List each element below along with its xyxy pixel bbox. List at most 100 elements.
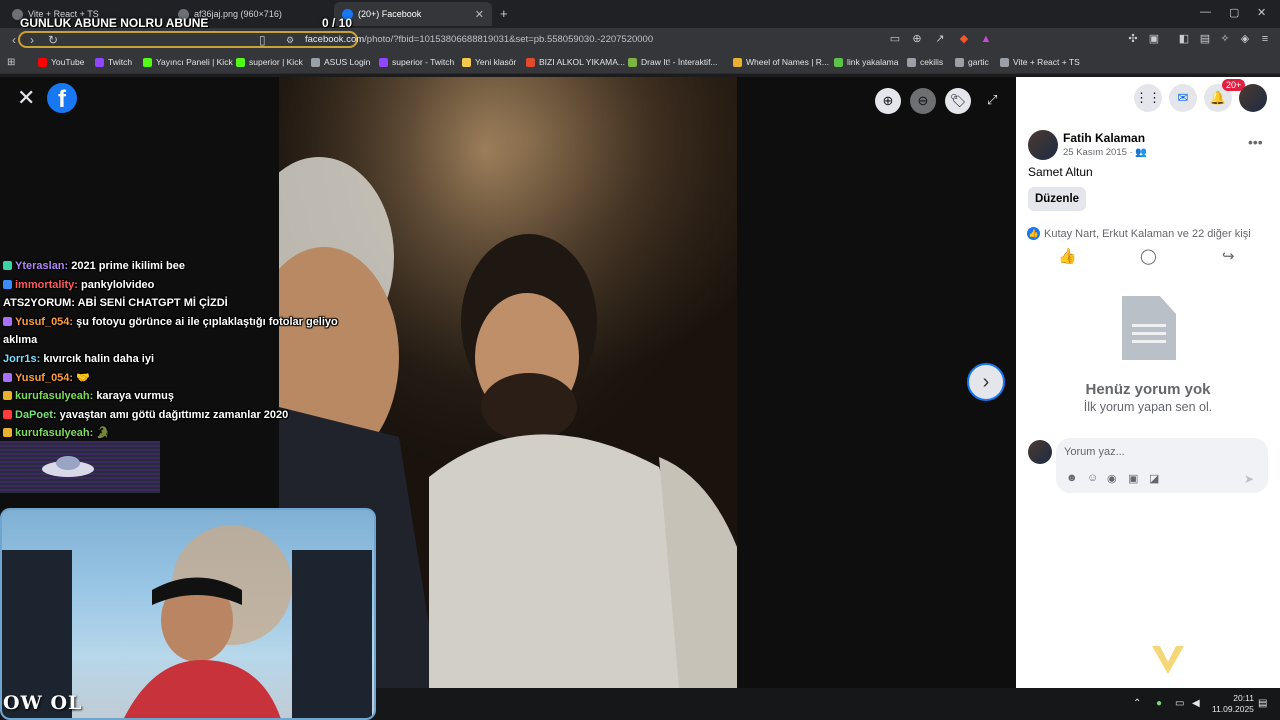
avatar-sticker-icon[interactable]: ☻ (1066, 472, 1078, 484)
chat-username: Yusuf_054: (15, 371, 74, 384)
minimize-button[interactable]: — (1200, 6, 1211, 18)
bookmark-item[interactable]: BIZI ALKOL YIKAMA... (526, 57, 625, 67)
bookmark-favicon-icon (38, 57, 47, 67)
no-comments-title: Henüz yorum yok (1085, 381, 1211, 398)
gif-icon[interactable]: ▣ (1128, 472, 1138, 485)
close-tab-icon[interactable]: ✕ (475, 8, 484, 21)
bookmark-item[interactable]: Draw It! - İnteraktif... (628, 57, 718, 67)
bookmark-item[interactable]: Yeni klasör (462, 57, 516, 67)
bookmark-item[interactable]: gartic (955, 57, 989, 67)
post-date[interactable]: 25 Kasım 2015 · 👥 (1063, 147, 1147, 158)
notification-center-icon[interactable]: ▤ (1258, 698, 1267, 709)
bookmark-item[interactable]: YouTube (38, 57, 84, 67)
facebook-logo[interactable]: f (47, 83, 77, 113)
maximize-button[interactable]: ▢ (1229, 6, 1239, 19)
chat-text: pankylolvideo (81, 278, 155, 291)
edit-button[interactable]: Düzenle (1028, 187, 1086, 211)
extensions-icon[interactable]: ✣ (1127, 33, 1139, 45)
network-icon[interactable]: ▭ (1175, 698, 1184, 709)
bookmark-item[interactable]: link yakalama (834, 57, 899, 67)
share-icon[interactable]: ↗ (934, 33, 946, 45)
vpn-icon[interactable]: ◈ (1239, 33, 1251, 45)
more-options-icon[interactable]: ••• (1248, 134, 1263, 150)
brave-shield-icon[interactable]: ◆ (958, 33, 970, 45)
bookmark-item[interactable]: Yayıncı Paneli | Kick (143, 57, 233, 67)
comment-icon[interactable]: ◯ (1140, 247, 1157, 265)
zoom-out-icon[interactable]: ⊖ (910, 88, 936, 114)
bookmark-item[interactable]: superior - Twitch (379, 57, 454, 67)
bookmark-favicon-icon (143, 57, 152, 67)
bookmark-item[interactable]: Vite + React + TS (1000, 57, 1080, 67)
post-author[interactable]: Fatih Kalaman (1063, 131, 1145, 145)
camera-icon[interactable]: ◉ (1107, 472, 1117, 485)
cast-icon[interactable]: ▭ (889, 33, 901, 45)
chat-username: Yusuf_054: (15, 315, 74, 328)
post-text: Samet Altun (1028, 165, 1093, 179)
tray-chevron-icon[interactable]: ⌃ (1133, 698, 1141, 709)
zoom-icon[interactable]: ⊕ (911, 33, 923, 45)
tag-icon[interactable]: 🏷 (945, 88, 971, 114)
chat-text: 🤝 (76, 371, 90, 384)
menu-icon[interactable]: ≡ (1259, 33, 1271, 45)
chat-text: karaya vurmuş (96, 390, 174, 403)
close-viewer-icon[interactable]: ✕ (17, 85, 35, 111)
chat-text: yavaştan amı götü dağıttımız zamanlar 20… (59, 408, 289, 421)
clock[interactable]: 20:11 11.09.2025 (1212, 693, 1254, 715)
author-avatar[interactable] (1028, 130, 1058, 160)
tab-facebook[interactable]: (20+) Facebook ✕ (334, 2, 492, 26)
channel-logo: OW OL (3, 692, 83, 714)
bookmark-item[interactable]: superior | Kick (236, 57, 303, 67)
send-icon[interactable]: ➤ (1244, 472, 1254, 486)
close-window-button[interactable]: ✕ (1257, 6, 1266, 19)
chat-username: immortality: (15, 278, 78, 291)
chat-message: Jorr1s: kıvırcık halin daha iyi (3, 350, 353, 369)
messenger-icon[interactable]: ✉ (1169, 84, 1197, 112)
microphone-icon[interactable]: ● (1156, 698, 1162, 709)
comment-placeholder: Yorum yaz... (1064, 446, 1125, 458)
share-icon[interactable]: ↪ (1222, 247, 1235, 265)
next-photo-button[interactable]: › (967, 363, 1005, 401)
emoji-icon[interactable]: ☺ (1087, 472, 1098, 484)
zoom-in-icon[interactable]: ⊕ (875, 88, 901, 114)
alert-banner (0, 441, 160, 493)
bookmark-label: Vite + React + TS (1013, 57, 1080, 67)
bookmark-item[interactable]: cekilis (907, 57, 943, 67)
bookmark-icon[interactable]: ▯ (259, 33, 266, 47)
site-info-icon[interactable]: ⚙ (286, 35, 294, 46)
chat-badge-icon (3, 261, 12, 270)
reactions-summary[interactable]: 👍 Kutay Nart, Erkut Kalaman ve 22 diğer … (1027, 227, 1251, 240)
apps-grid-icon[interactable]: ⊞ (7, 57, 15, 68)
volume-icon[interactable]: ◀ (1192, 698, 1200, 709)
streamer-logo-icon (1152, 646, 1184, 674)
sub-goal-title: GUNLUK ABUNE NOLRU ABUNE (20, 16, 209, 30)
tab-label: (20+) Facebook (358, 9, 422, 19)
ufo-graphic (42, 456, 94, 477)
bookmark-item[interactable]: ASUS Login (311, 57, 370, 67)
reading-list-icon[interactable]: ▣ (1148, 33, 1160, 45)
fullscreen-icon[interactable]: ⤢ (987, 92, 997, 108)
sticker-icon[interactable]: ◪ (1149, 472, 1159, 485)
new-tab-button[interactable]: + (500, 6, 508, 21)
bookmark-favicon-icon (526, 57, 535, 67)
sub-goal-count: 0 / 10 (322, 16, 353, 30)
profile-avatar[interactable] (1239, 84, 1267, 112)
reactions-text: Kutay Nart, Erkut Kalaman ve 22 diğer ki… (1044, 227, 1251, 240)
clock-time: 20:11 (1233, 693, 1254, 703)
bookmark-favicon-icon (95, 57, 104, 67)
wallet-icon[interactable]: ▤ (1199, 33, 1211, 45)
menu-grid-icon[interactable]: ⋮⋮ (1134, 84, 1162, 112)
bookmark-favicon-icon (311, 57, 320, 67)
leo-ai-icon[interactable]: ✧ (1219, 33, 1231, 45)
back-icon[interactable]: ‹ (12, 33, 16, 47)
like-icon[interactable]: 👍 (1058, 247, 1077, 265)
chat-username: Jorr1s: (3, 352, 41, 365)
webcam-overlay (0, 508, 376, 720)
sidebar-toggle-icon[interactable]: ◧ (1178, 33, 1190, 45)
bookmark-item[interactable]: Wheel of Names | R... (733, 57, 829, 67)
clock-date: 11.09.2025 (1212, 704, 1254, 714)
rewards-icon[interactable]: ▲ (980, 33, 992, 45)
bookmark-favicon-icon (1000, 57, 1009, 67)
chat-username: kurufasulyeah: (15, 427, 94, 440)
bookmark-item[interactable]: Twitch (95, 57, 132, 67)
chat-badge-icon (3, 409, 12, 419)
